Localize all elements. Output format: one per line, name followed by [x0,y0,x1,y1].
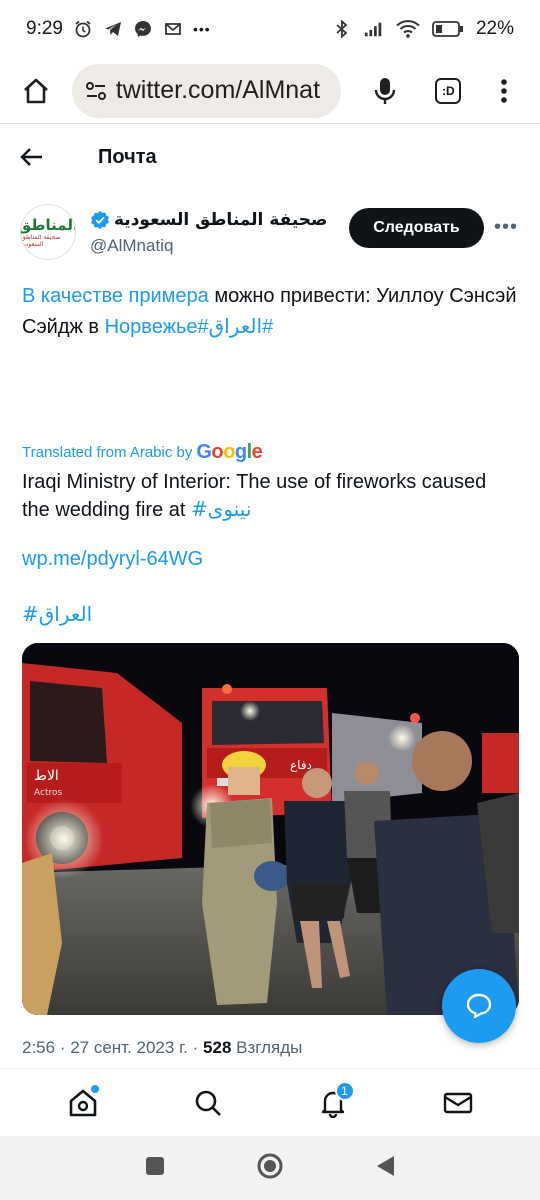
alarm-icon [73,19,93,39]
tweet-date: 27 сент. 2023 г. [70,1038,188,1057]
translated-text: Iraqi Ministry of Interior: The use of f… [22,469,518,524]
views-count: 528 [203,1038,232,1057]
tabs-button[interactable]: :D [426,69,470,113]
status-bar: 9:29 ••• 22% [0,0,540,58]
wifi-icon [396,19,420,39]
system-navigation-bar [0,1136,540,1200]
bluetooth-icon [332,19,352,39]
back-button[interactable] [20,142,50,172]
arrow-left-icon [20,148,42,166]
search-icon [195,1090,221,1116]
reply-bubble-icon [466,993,492,1019]
tweet-time: 2:56 [22,1038,56,1057]
system-home-button[interactable] [256,1152,284,1185]
address-bar[interactable]: twitter.com/AlMnat [71,63,341,118]
tweet-meta: 2:56 · 27 сент. 2023 г. · 528 Взгляды [22,1038,303,1057]
more-notifications-dots: ••• [192,21,211,37]
avatar-subtitle: صحيفة المناطق السعودية [21,234,61,248]
recents-button[interactable] [144,1155,166,1182]
battery-percent: 22% [475,18,514,39]
browser-toolbar: twitter.com/AlMnat :D [0,58,540,124]
views-label: Взгляды [236,1038,303,1057]
page-title: Почта [98,145,157,168]
notifications-badge: 1 [334,1080,355,1101]
square-icon [146,1156,164,1175]
translated-text-body: Iraqi Ministry of Interior: The use of f… [22,471,487,521]
more-options-button[interactable]: ••• [494,216,518,239]
nav-messages[interactable] [438,1083,478,1123]
nav-home[interactable] [63,1083,103,1123]
hashtag-nineveh[interactable]: #نينوى [191,497,251,521]
url-text: twitter.com/AlMnat [115,76,321,104]
browser-menu-button[interactable] [482,69,526,113]
home-icon [24,78,48,103]
site-settings-icon [85,81,106,100]
author-name-text: صحيفة المناطق السعودية [114,210,328,230]
translation-attribution[interactable]: Translated from Arabic by Google [22,441,263,464]
photo-scene: الاط Actros دفاع [22,643,519,1015]
battery-icon [432,19,464,39]
avatar-logo: المناطق [20,216,76,234]
system-back-button[interactable] [374,1154,396,1183]
circle-icon [257,1153,283,1178]
home-button[interactable] [14,69,58,113]
microphone-icon [374,77,395,104]
kebab-menu-icon [501,78,507,103]
telegram-icon [103,19,123,39]
external-link[interactable]: wp.me/pdyryl-64WG [22,548,203,571]
author-handle[interactable]: @AlMnatiq [90,236,173,256]
tweet-text: В качестве примера можно привести: Уилло… [22,281,518,343]
author-name[interactable]: صحيفة المناطق السعودية [90,210,327,230]
truck-text-defense: دفاع [290,758,312,772]
messenger-icon [133,19,153,39]
bottom-nav: 1 [0,1068,540,1136]
verified-badge-icon [91,210,109,230]
truck-text-arabic: الاط [34,768,59,784]
status-time: 9:29 [26,18,63,39]
translated-label: Translated from Arabic by [22,444,193,461]
gmail-icon [163,19,183,39]
google-logo: Google [196,441,263,463]
triangle-back-icon [377,1155,394,1176]
signal-icon [364,19,384,39]
nav-search[interactable] [188,1083,228,1123]
tweet-hashtag-norway[interactable]: Норвежье#العراق# [105,316,274,338]
nav-notifications[interactable]: 1 [313,1080,355,1123]
truck-brand-text: Actros [34,788,62,798]
hashtag-iraq[interactable]: #العراق [22,602,92,626]
compose-reply-button[interactable] [442,969,516,1043]
envelope-icon [443,1092,472,1113]
voice-search-button[interactable] [363,69,407,113]
tweet-link-example[interactable]: В качестве примера [22,285,209,307]
avatar[interactable]: المناطق صحيفة المناطق السعودية [20,204,76,260]
tweet-photo[interactable]: الاط Actros دفاع [22,643,519,1015]
new-posts-indicator [90,1084,99,1093]
tweet-author: المناطق صحيفة المناطق السعودية صحيفة الم… [20,202,520,264]
page-header: Почта [0,124,540,190]
tabs-icon: :D [435,77,462,104]
follow-button[interactable]: Следовать [349,208,484,248]
